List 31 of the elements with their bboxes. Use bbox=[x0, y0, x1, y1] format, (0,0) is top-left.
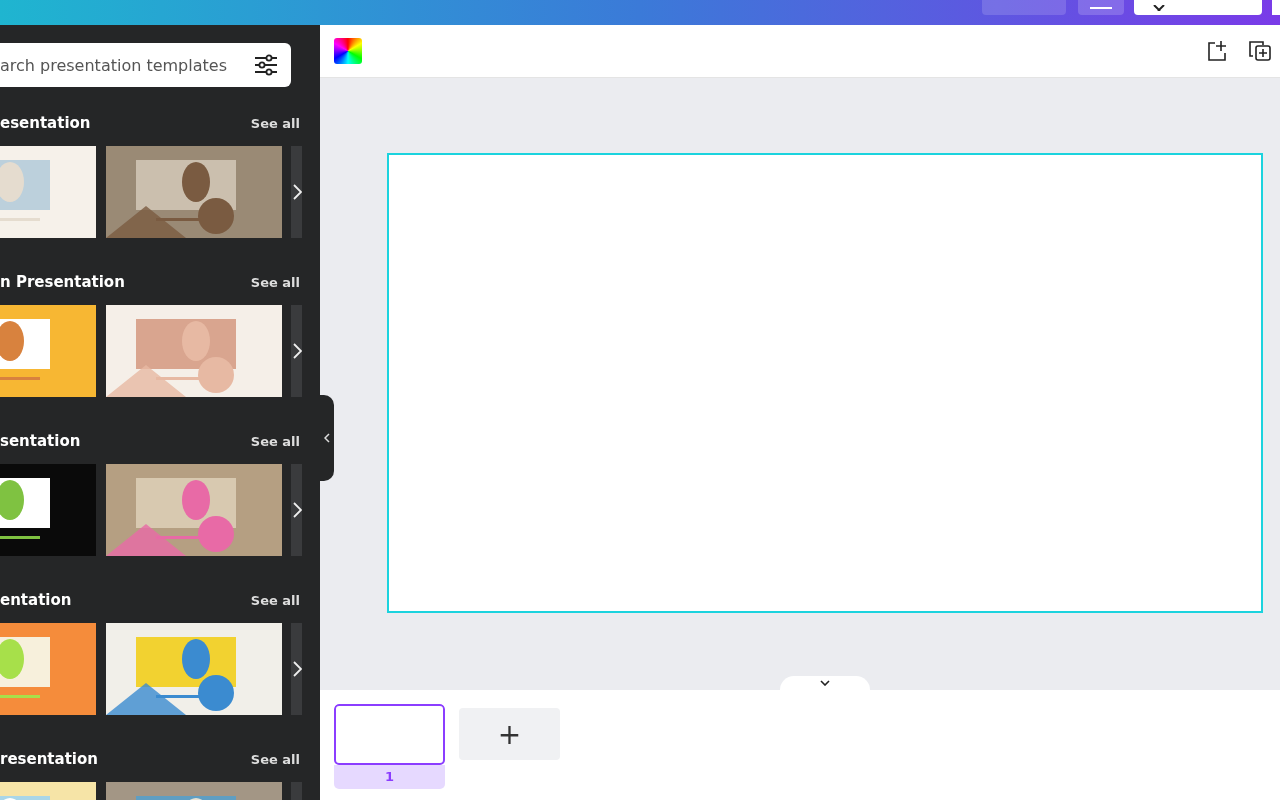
see-all-link[interactable]: See all bbox=[250, 592, 300, 608]
see-all-link[interactable]: See all bbox=[250, 433, 300, 449]
expand-tab[interactable] bbox=[780, 676, 870, 690]
section-title: esentation bbox=[0, 114, 91, 132]
page-number: 1 bbox=[334, 765, 445, 789]
close-icon bbox=[1152, 5, 1166, 11]
see-all-link[interactable]: See all bbox=[250, 115, 300, 131]
search-field[interactable]: arch presentation templates bbox=[0, 43, 291, 87]
chevron-right-icon bbox=[293, 502, 302, 518]
chevron-left-icon bbox=[324, 433, 330, 443]
see-all-link[interactable]: See all bbox=[250, 274, 300, 290]
section-title: resentation bbox=[0, 750, 98, 768]
chevron-down-icon bbox=[820, 680, 830, 686]
section-title: entation bbox=[0, 591, 72, 609]
menu-button[interactable] bbox=[1078, 0, 1124, 15]
section-title: sentation bbox=[0, 432, 81, 450]
see-all-link[interactable]: See all bbox=[250, 751, 300, 767]
section-title: n Presentation bbox=[0, 273, 125, 291]
filter-icon[interactable] bbox=[253, 53, 279, 77]
color-picker-icon[interactable] bbox=[334, 38, 362, 64]
next-button[interactable] bbox=[291, 623, 302, 715]
chevron-right-icon bbox=[293, 184, 302, 200]
next-button[interactable] bbox=[291, 146, 302, 238]
next-button[interactable] bbox=[291, 305, 302, 397]
chevron-right-icon bbox=[293, 661, 302, 677]
chevron-right-icon bbox=[293, 343, 302, 359]
add-page-icon[interactable] bbox=[1206, 40, 1228, 62]
collapse-tab[interactable] bbox=[320, 395, 334, 481]
add-page-button[interactable]: + bbox=[459, 708, 560, 760]
next-button[interactable] bbox=[291, 464, 302, 556]
duplicate-icon[interactable] bbox=[1248, 40, 1272, 62]
